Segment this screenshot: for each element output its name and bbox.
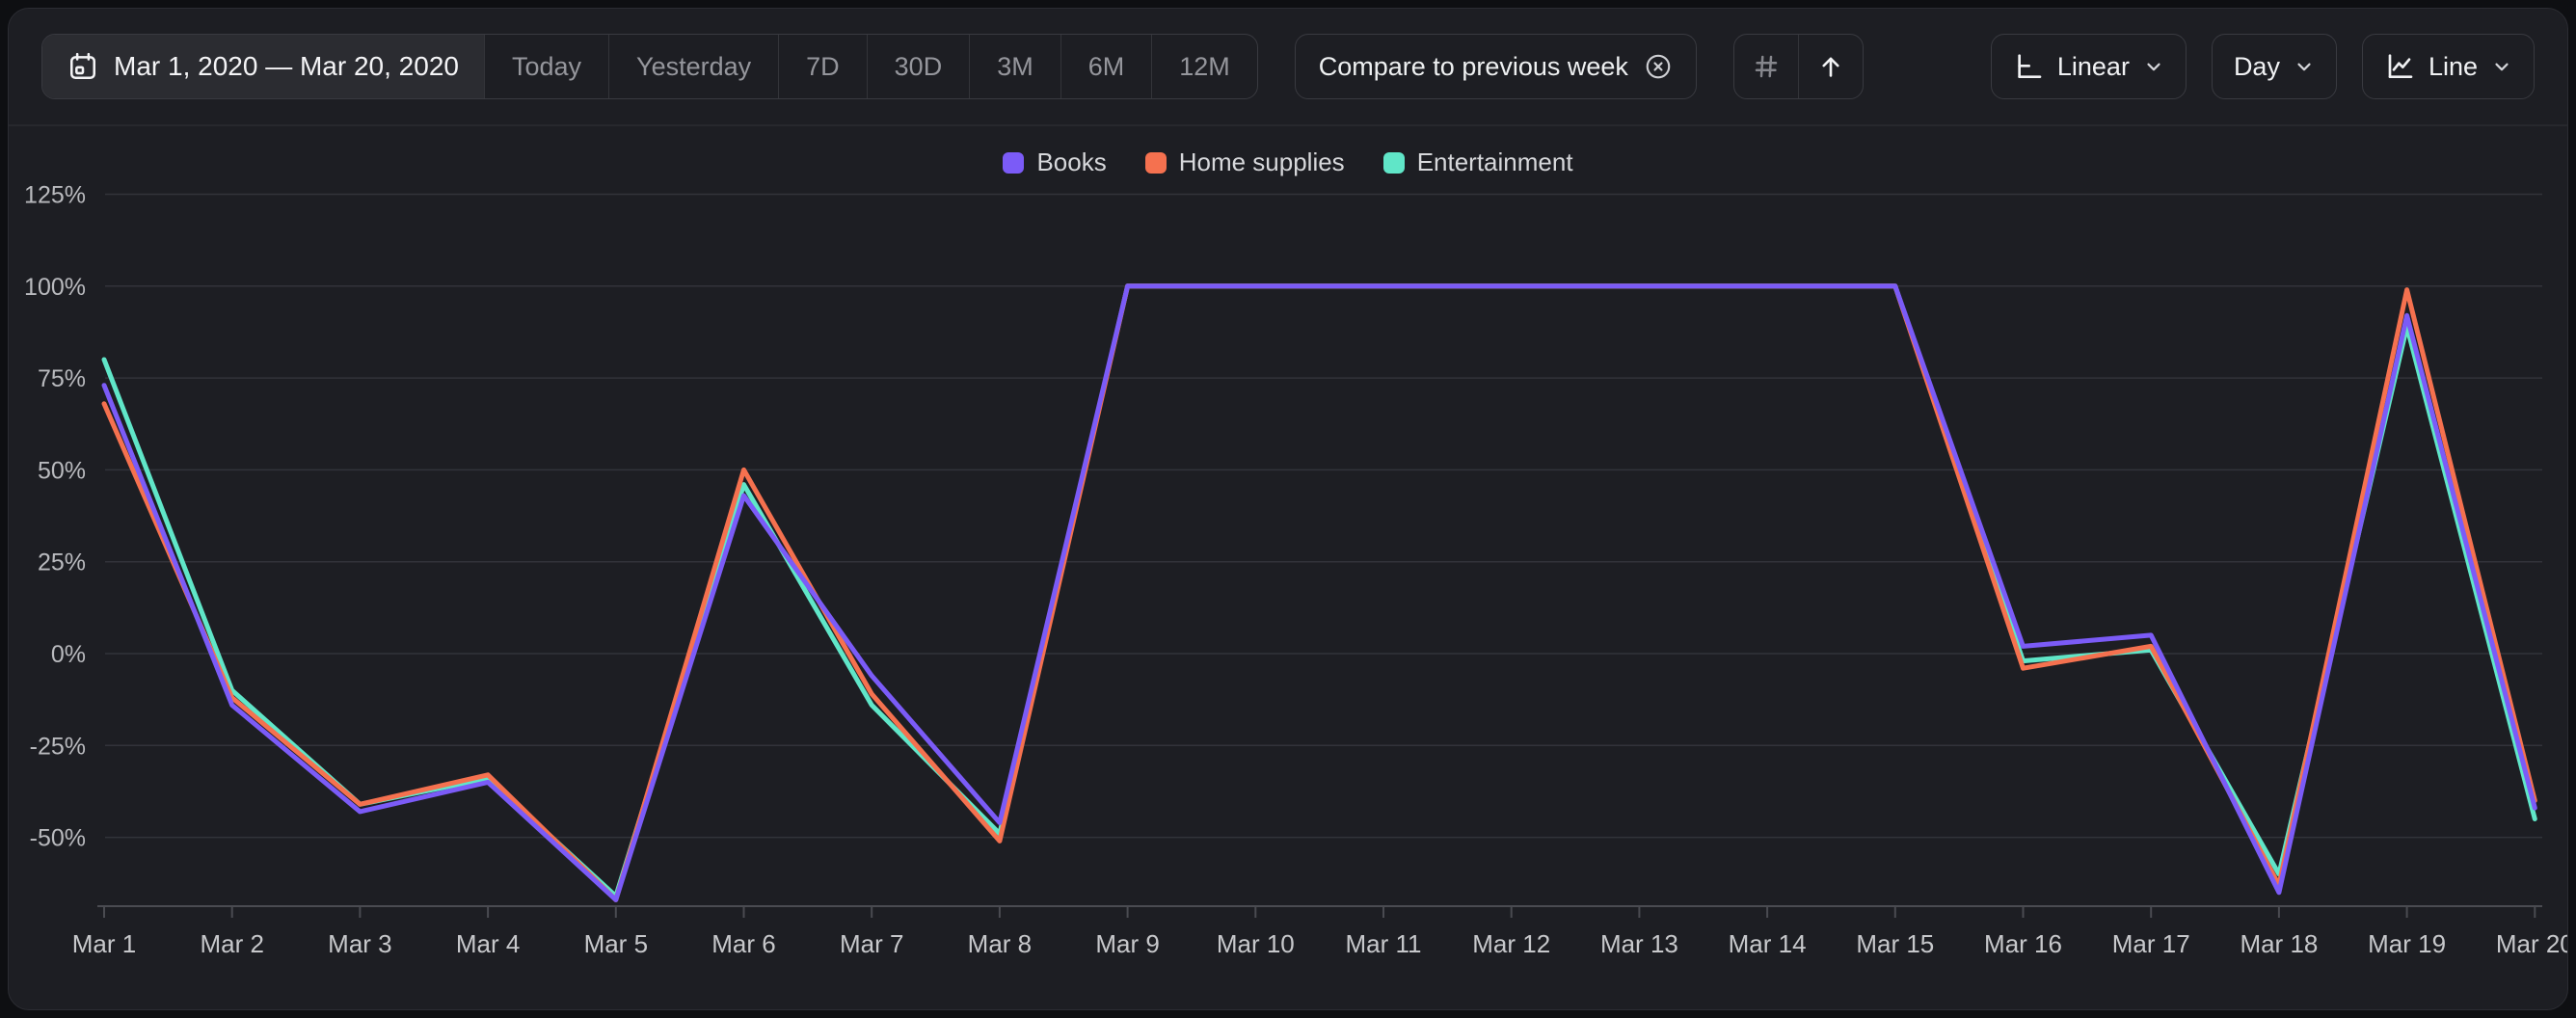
scale-dropdown[interactable]: Linear: [1991, 34, 2187, 99]
granularity-dropdown-label: Day: [2234, 52, 2280, 82]
granularity-dropdown[interactable]: Day: [2212, 34, 2337, 99]
arrow-up-button[interactable]: [1798, 35, 1863, 98]
x-axis-tick-label: Mar 19: [2368, 929, 2446, 958]
x-axis-tick-label: Mar 15: [1856, 929, 1934, 958]
x-axis-tick-label: Mar 20: [2496, 929, 2567, 958]
linear-axis-icon: [2013, 51, 2044, 82]
date-range-group: Mar 1, 2020 — Mar 20, 2020 Today Yesterd…: [41, 34, 1258, 99]
range-button-7d[interactable]: 7D: [778, 35, 867, 98]
legend-label-entertainment: Entertainment: [1417, 147, 1573, 177]
range-button-yesterday[interactable]: Yesterday: [608, 35, 778, 98]
line-chart-icon: [2384, 51, 2415, 82]
x-axis-tick-label: Mar 4: [456, 929, 520, 958]
range-button-today[interactable]: Today: [484, 35, 608, 98]
toolbar: Mar 1, 2020 — Mar 20, 2020 Today Yesterd…: [9, 9, 2567, 126]
legend-item-home-supplies[interactable]: Home supplies: [1145, 147, 1345, 177]
x-axis-tick-label: Mar 1: [72, 929, 136, 958]
x-axis-tick-label: Mar 6: [711, 929, 775, 958]
y-axis-tick-label: -50%: [30, 825, 86, 852]
y-axis-tick-label: 75%: [38, 365, 86, 392]
x-axis-tick-label: Mar 16: [1984, 929, 2062, 958]
calendar-icon: [67, 51, 98, 82]
close-circle-icon[interactable]: [1644, 52, 1673, 81]
legend-item-books[interactable]: Books: [1003, 147, 1106, 177]
x-axis-tick-label: Mar 2: [200, 929, 263, 958]
x-axis-tick-label: Mar 14: [1729, 929, 1807, 958]
y-axis-tick-label: 50%: [38, 457, 86, 484]
legend-item-entertainment[interactable]: Entertainment: [1383, 147, 1573, 177]
y-axis-tick-label: 25%: [38, 549, 86, 576]
line-chart-plot: 125% 100% 75% 50% 25% 0% -25% -50% Mar 1 Mar 2 Mar…: [9, 126, 2567, 1009]
y-axis-tick-label: 125%: [24, 182, 86, 209]
y-axis-tick-label: 0%: [51, 641, 86, 668]
date-range-button[interactable]: Mar 1, 2020 — Mar 20, 2020: [42, 35, 484, 98]
x-axis-tick-label: Mar 10: [1217, 929, 1295, 958]
legend-label-home-supplies: Home supplies: [1179, 147, 1345, 177]
x-axis-tick-label: Mar 9: [1095, 929, 1159, 958]
chevron-down-icon: [2294, 56, 2315, 77]
y-axis-tick-label: 100%: [24, 274, 86, 301]
x-axis-tick-label: Mar 12: [1472, 929, 1550, 958]
legend-label-books: Books: [1036, 147, 1106, 177]
grid-icon: [1752, 52, 1781, 81]
chart-config-group: Linear Day Line: [1991, 34, 2535, 99]
y-axis-tick-label: -25%: [30, 733, 86, 760]
chevron-down-icon: [2491, 56, 2512, 77]
legend-swatch-entertainment: [1383, 152, 1405, 174]
legend-swatch-books: [1003, 152, 1024, 174]
range-button-12m[interactable]: 12M: [1151, 35, 1257, 98]
legend-swatch-home-supplies: [1145, 152, 1167, 174]
analytics-panel: Mar 1, 2020 — Mar 20, 2020 Today Yesterd…: [8, 8, 2568, 1010]
compare-toggle-button[interactable]: Compare to previous week: [1295, 34, 1697, 99]
chevron-down-icon: [2143, 56, 2164, 77]
chart-area: Books Home supplies Entertainment 125% 10…: [9, 126, 2567, 1009]
chart-options-segment: [1733, 34, 1864, 99]
x-axis-tick-label: Mar 17: [2112, 929, 2190, 958]
range-button-3m[interactable]: 3M: [969, 35, 1060, 98]
x-axis-tick-label: Mar 18: [2240, 929, 2318, 958]
chart-type-dropdown-label: Line: [2428, 52, 2478, 82]
date-range-label: Mar 1, 2020 — Mar 20, 2020: [114, 51, 459, 82]
x-axis-tick-label: Mar 3: [328, 929, 391, 958]
x-axis-tick-label: Mar 13: [1600, 929, 1678, 958]
range-button-6m[interactable]: 6M: [1060, 35, 1152, 98]
chart-legend: Books Home supplies Entertainment: [9, 147, 2567, 177]
arrow-up-icon: [1816, 52, 1845, 81]
compare-label: Compare to previous week: [1319, 52, 1628, 82]
x-axis-tick-label: Mar 5: [584, 929, 648, 958]
grid-toggle-button[interactable]: [1734, 35, 1798, 98]
x-axis-tick-label: Mar 7: [840, 929, 903, 958]
chart-type-dropdown[interactable]: Line: [2362, 34, 2535, 99]
range-button-30d[interactable]: 30D: [867, 35, 970, 98]
x-axis-tick-label: Mar 8: [968, 929, 1032, 958]
scale-dropdown-label: Linear: [2057, 52, 2130, 82]
x-axis-tick-label: Mar 11: [1346, 929, 1422, 958]
